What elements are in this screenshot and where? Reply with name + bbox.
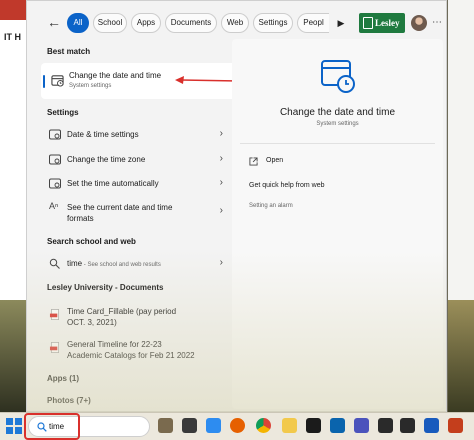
word-icon[interactable] (424, 418, 439, 433)
best-match-result[interactable]: Change the date and time System settings (41, 63, 240, 99)
windows-start-icon[interactable] (6, 418, 22, 434)
calendar-clock-icon (49, 129, 61, 140)
detail-subtitle: System settings (316, 121, 359, 127)
more-options-icon[interactable]: ⋯ (431, 13, 443, 33)
search-panel: ← All School Apps Documents Web Settings… (26, 0, 447, 413)
settings-item-label: Date & time settings (67, 130, 139, 139)
taskbar: time (0, 412, 474, 440)
best-match-title: Change the date and time (69, 71, 162, 80)
tab-settings[interactable]: Settings (253, 13, 293, 33)
chevron-right-icon: › (219, 128, 223, 139)
firefox-icon[interactable] (230, 418, 245, 433)
file-explorer-icon[interactable] (282, 418, 297, 433)
settings-item-date-time[interactable]: Date & time settings › (41, 124, 231, 146)
chrome-icon[interactable] (256, 418, 271, 433)
tab-documents[interactable]: Documents (165, 13, 217, 33)
chevron-right-icon: › (219, 153, 223, 164)
tab-people[interactable]: Peopl (297, 13, 329, 33)
document-label: General Timeline for 22-23 Academic Cata… (67, 339, 195, 361)
document-label-line1: General Timeline for 22-23 (67, 340, 162, 349)
best-match-header: Best match (47, 47, 91, 56)
settings-item-set-automatically[interactable]: Set the time automatically › (41, 173, 231, 195)
desktop-wallpaper (0, 300, 28, 412)
detail-title: Change the date and time (279, 107, 396, 118)
tab-all[interactable]: All (67, 13, 89, 33)
quick-help-link[interactable]: Get quick help from web (249, 182, 324, 189)
tab-web[interactable]: Web (221, 13, 249, 33)
detail-pane: Change the date and time System settings… (232, 39, 443, 409)
date-time-icon (321, 60, 355, 93)
widget-icon[interactable] (158, 418, 173, 433)
avatar[interactable] (411, 15, 427, 31)
filter-bar: ← All School Apps Documents Web Settings… (27, 7, 446, 37)
web-search-label: time - See school and web results (67, 258, 161, 271)
tab-apps[interactable]: Apps (131, 13, 161, 33)
apps-header[interactable]: Apps (1) (47, 374, 79, 383)
outlook-icon[interactable] (330, 418, 345, 433)
chevron-right-icon: › (219, 177, 223, 188)
settings-header: Settings (47, 108, 79, 117)
settings-item-label-line2: formats (67, 214, 94, 223)
teams-icon[interactable] (354, 418, 369, 433)
chevron-right-icon: › (219, 205, 223, 216)
search-icon (49, 258, 60, 269)
pdf-file-icon (49, 342, 59, 353)
open-external-icon (249, 157, 258, 166)
document-label: Time Card_Fillable (pay period OCT. 3, 2… (67, 306, 176, 328)
play-arrow-icon[interactable]: ▶ (334, 15, 348, 31)
web-search-query: time (67, 259, 83, 268)
photos-header[interactable]: Photos (7+) (47, 396, 91, 405)
document-label-line1: Time Card_Fillable (pay period (67, 307, 177, 316)
calendar-clock-icon (49, 178, 61, 189)
book-icon (363, 17, 373, 29)
web-search-header: Search school and web (47, 237, 136, 246)
background-app-icon (0, 0, 28, 20)
chevron-right-icon: › (219, 257, 223, 268)
powerpoint-icon[interactable] (448, 418, 463, 433)
setting-alarm-link[interactable]: Setting an alarm (249, 203, 293, 209)
tab-school[interactable]: School (93, 13, 127, 33)
selection-indicator (43, 75, 45, 88)
calendar-clock-icon (49, 154, 61, 165)
settings-item-label: Set the time automatically (67, 179, 159, 188)
desktop-wallpaper-right (448, 300, 474, 412)
web-search-result[interactable]: time - See school and web results › (41, 253, 231, 275)
lesley-logo[interactable]: Lesley (359, 13, 405, 33)
language-icon: Aⁿ (49, 201, 59, 211)
date-time-icon (51, 75, 64, 87)
open-button[interactable]: Open (266, 157, 283, 164)
settings-item-label: See the current date and time formats (67, 202, 172, 224)
document-label-line2: OCT. 3, 2021) (67, 318, 117, 327)
pdf-file-icon (49, 309, 59, 320)
documents-header: Lesley University - Documents (47, 283, 164, 292)
logo-text: Lesley (375, 18, 400, 28)
settings-item-formats[interactable]: Aⁿ See the current date and time formats… (41, 198, 231, 226)
divider (240, 143, 435, 144)
background-window-title: IT H (4, 32, 21, 42)
document-result[interactable]: Time Card_Fillable (pay period OCT. 3, 2… (41, 303, 231, 329)
zoom-icon[interactable] (206, 418, 221, 433)
web-search-suffix: - See school and web results (82, 262, 161, 268)
settings-item-label: Change the time zone (67, 155, 146, 164)
best-match-subtitle: System settings (69, 83, 112, 89)
app-do-icon[interactable] (378, 418, 393, 433)
document-label-line2: Academic Catalogs for Feb 21 2022 (67, 351, 195, 360)
task-view-icon[interactable] (182, 418, 197, 433)
app-do2-icon[interactable] (400, 418, 415, 433)
settings-item-label-line1: See the current date and time (67, 203, 173, 212)
settings-item-time-zone[interactable]: Change the time zone › (41, 149, 231, 171)
app-icon[interactable] (306, 418, 321, 433)
red-highlight-box (24, 413, 80, 440)
document-result[interactable]: General Timeline for 22-23 Academic Cata… (41, 336, 231, 362)
back-arrow-icon[interactable]: ← (45, 13, 63, 31)
